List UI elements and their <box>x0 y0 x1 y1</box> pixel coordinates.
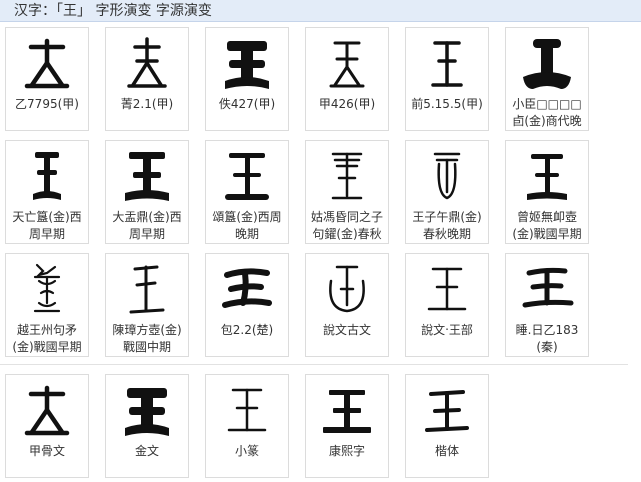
glyph-grid: 乙7795(甲) 菁2.1(甲) 佚427(甲) 甲426(甲) 前5.15.5… <box>0 0 641 482</box>
glyph-oracle-bold <box>206 32 288 94</box>
glyph-caption: 包2.2(楚) <box>220 323 274 337</box>
glyph-card[interactable]: 曾姬無卹壺(金)戰國早期 <box>505 140 589 244</box>
glyph-spring-autumn-2 <box>406 145 488 207</box>
glyph-caption: 小臣□□□□卣(金)商代晚期 <box>512 97 582 128</box>
glyph-oracle-axe <box>6 32 88 94</box>
glyph-chu-bamboo <box>206 258 288 320</box>
glyph-card[interactable]: 頌簋(金)西周晚期 <box>205 140 289 244</box>
glyph-caption: 越王州句矛(金)戰國早期 <box>12 323 82 354</box>
section-divider <box>0 364 628 365</box>
glyph-caption: 前5.15.5(甲) <box>411 97 483 111</box>
glyph-card[interactable]: 包2.2(楚) <box>205 253 289 357</box>
glyph-card[interactable]: 陳璋方壺(金)戰國中期 <box>105 253 189 357</box>
glyph-card[interactable]: 甲骨文 <box>5 374 89 478</box>
glyph-card[interactable]: 小篆 <box>205 374 289 478</box>
glyph-caption: 大盂鼎(金)西周早期 <box>112 210 182 241</box>
glyph-card[interactable]: 甲426(甲) <box>305 27 389 131</box>
glyph-oracle-axe-2 <box>106 32 188 94</box>
glyph-caption: 甲426(甲) <box>318 97 376 111</box>
glyph-caption: 天亡簋(金)西周早期 <box>12 210 82 241</box>
glyph-card[interactable]: 康熙字 <box>305 374 389 478</box>
glyph-qin-bamboo <box>506 258 588 320</box>
glyph-card[interactable]: 說文‧王部 <box>405 253 489 357</box>
glyph-caption: 小篆 <box>234 444 259 458</box>
glyph-warring-2 <box>106 258 188 320</box>
glyph-card[interactable]: 姑馮昏同之子句鑃(金)春秋 <box>305 140 389 244</box>
glyph-oracle-thin <box>306 32 388 94</box>
glyph-caption: 姑馮昏同之子句鑃(金)春秋 <box>310 210 383 241</box>
glyph-style-bronze <box>106 379 188 441</box>
glyph-caption: 頌簋(金)西周晚期 <box>212 210 282 241</box>
glyph-card[interactable]: 菁2.1(甲) <box>105 27 189 131</box>
glyph-ancient-text <box>306 258 388 320</box>
glyph-spring-autumn-1 <box>306 145 388 207</box>
glyph-caption: 乙7795(甲) <box>15 97 79 111</box>
glyph-caption: 說文古文 <box>322 323 371 337</box>
glyph-caption: 王子午鼎(金)春秋晚期 <box>412 210 482 241</box>
glyph-bird-script <box>6 258 88 320</box>
glyph-bronze-axe <box>506 32 588 94</box>
glyph-card[interactable]: 大盂鼎(金)西周早期 <box>105 140 189 244</box>
glyph-caption: 康熙字 <box>328 444 365 458</box>
glyph-bronze-1 <box>6 145 88 207</box>
glyph-bronze-3 <box>206 145 288 207</box>
glyph-bronze-2 <box>106 145 188 207</box>
glyph-card[interactable]: 睡.日乙183(秦) <box>505 253 589 357</box>
glyph-shuowen <box>406 258 488 320</box>
glyph-caption: 陳璋方壺(金)戰國中期 <box>112 323 182 354</box>
glyph-card[interactable]: 說文古文 <box>305 253 389 357</box>
glyph-oracle-plain <box>406 32 488 94</box>
glyph-caption: 睡.日乙183(秦) <box>515 323 579 354</box>
glyph-card[interactable]: 小臣□□□□卣(金)商代晚期 <box>505 27 589 131</box>
glyph-style-regular <box>406 379 488 441</box>
glyph-caption: 菁2.1(甲) <box>120 97 174 111</box>
glyph-card[interactable]: 金文 <box>105 374 189 478</box>
glyph-style-kangxi <box>306 379 388 441</box>
glyph-caption: 說文‧王部 <box>421 323 473 337</box>
glyph-card[interactable]: 越王州句矛(金)戰國早期 <box>5 253 89 357</box>
glyph-card[interactable]: 王子午鼎(金)春秋晚期 <box>405 140 489 244</box>
glyph-caption: 楷体 <box>434 444 459 458</box>
glyph-caption: 佚427(甲) <box>218 97 276 111</box>
glyph-warring-1 <box>506 145 588 207</box>
glyph-card[interactable]: 佚427(甲) <box>205 27 289 131</box>
glyph-card[interactable]: 乙7795(甲) <box>5 27 89 131</box>
glyph-card[interactable]: 前5.15.5(甲) <box>405 27 489 131</box>
glyph-caption: 甲骨文 <box>28 444 65 458</box>
glyph-card[interactable]: 天亡簋(金)西周早期 <box>5 140 89 244</box>
glyph-caption: 金文 <box>134 444 159 458</box>
glyph-caption: 曾姬無卹壺(金)戰國早期 <box>512 210 582 241</box>
glyph-style-seal <box>206 379 288 441</box>
glyph-card[interactable]: 楷体 <box>405 374 489 478</box>
glyph-style-oracle <box>6 379 88 441</box>
